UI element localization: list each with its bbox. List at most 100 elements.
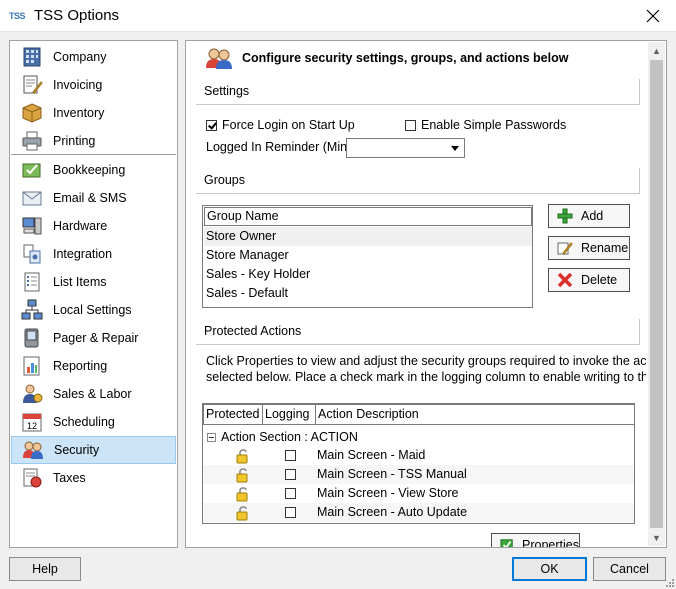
reminder-dropdown[interactable]: [346, 138, 465, 158]
integration-icon: [23, 244, 41, 264]
description-line: Click Properties to view and adjust the …: [206, 354, 646, 368]
list-item[interactable]: Store Manager: [204, 246, 532, 265]
logging-checkbox[interactable]: [285, 450, 296, 461]
sidebar-item-label: Integration: [53, 247, 113, 261]
properties-button-label: Properties: [522, 538, 579, 548]
page-title: Configure security settings, groups, and…: [242, 51, 569, 65]
window-title: TSS Options: [34, 7, 120, 24]
properties-button[interactable]: Properties: [491, 533, 580, 548]
simple-passwords-label: Enable Simple Passwords: [421, 118, 567, 132]
help-button[interactable]: Help: [9, 557, 81, 581]
logging-checkbox[interactable]: [285, 469, 296, 480]
taxes-icon: [23, 468, 42, 488]
close-icon: [646, 9, 660, 23]
list-icon: [24, 272, 40, 292]
sidebar-item-list-items[interactable]: List Items: [11, 268, 176, 296]
sidebar-item-local-settings[interactable]: Local Settings: [11, 296, 176, 324]
scrollbar-thumb[interactable]: [650, 60, 663, 528]
action-description: Main Screen - Auto Update: [317, 505, 468, 519]
table-row[interactable]: Main Screen - Maid: [203, 446, 634, 465]
chevron-down-icon: [451, 146, 459, 151]
sidebar-item-label: Bookkeeping: [53, 163, 126, 177]
settings-section-header: Settings: [196, 79, 640, 105]
action-description-column-header[interactable]: Action Description: [315, 404, 634, 425]
sidebar-item-integration[interactable]: Integration: [11, 240, 176, 268]
logging-checkbox[interactable]: [285, 488, 296, 499]
action-section-row[interactable]: Action Section : ACTION: [207, 428, 358, 446]
protected-actions-description: Click Properties to view and adjust the …: [206, 353, 646, 385]
check-book-icon: [22, 163, 41, 178]
sidebar-item-label: Local Settings: [53, 303, 132, 317]
box-icon: [22, 103, 42, 123]
check-icon: [500, 539, 513, 547]
collapse-icon[interactable]: [207, 432, 216, 442]
app-logo: TSS: [9, 11, 26, 21]
groups-section-header: Groups: [196, 168, 640, 194]
sidebar-item-email-sms[interactable]: Email & SMS: [11, 184, 176, 212]
sidebar-item-label: Reporting: [53, 359, 108, 373]
list-item[interactable]: Sales - Key Holder: [204, 265, 532, 284]
table-row[interactable]: Main Screen - View Store: [203, 484, 634, 503]
resize-grip-icon[interactable]: [664, 577, 674, 587]
action-description: Main Screen - Maid: [317, 448, 426, 462]
list-item[interactable]: Store Owner: [204, 227, 532, 246]
salesperson-icon: [23, 384, 43, 403]
ok-button[interactable]: OK: [512, 557, 587, 581]
sidebar-item-invoicing[interactable]: Invoicing: [11, 71, 176, 99]
network-icon: [21, 299, 43, 320]
sidebar-item-company[interactable]: Company: [11, 43, 176, 71]
sidebar-item-pager-repair[interactable]: Pager & Repair: [11, 324, 176, 352]
delete-x-icon: [557, 272, 573, 288]
group-name-column-header[interactable]: Group Name: [204, 207, 532, 226]
sidebar-item-label: List Items: [53, 275, 107, 289]
scroll-up-icon[interactable]: ▲: [651, 45, 662, 57]
logging-column-header[interactable]: Logging: [262, 404, 316, 425]
table-row[interactable]: Main Screen - TSS Manual: [203, 465, 634, 484]
groups-list[interactable]: Group Name Store Owner Store Manager Sal…: [202, 205, 533, 308]
protected-column-header[interactable]: Protected: [203, 404, 263, 425]
sidebar-item-scheduling[interactable]: 12 Scheduling: [11, 408, 176, 436]
sidebar-item-bookkeeping[interactable]: Bookkeeping: [11, 156, 176, 184]
list-item[interactable]: Sales - Default: [204, 284, 532, 303]
lock-icon: [236, 506, 248, 521]
scroll-down-icon[interactable]: ▼: [651, 532, 662, 544]
security-panel: Configure security settings, groups, and…: [185, 40, 667, 548]
sidebar-item-security[interactable]: Security: [11, 436, 176, 464]
add-group-button[interactable]: Add: [548, 204, 630, 228]
action-section-label: Action Section : ACTION: [221, 430, 358, 444]
sidebar-item-label: Taxes: [53, 471, 86, 485]
description-line: selected below. Place a check mark in th…: [206, 370, 646, 384]
protected-actions-grid[interactable]: Protected Logging Action Description Act…: [202, 403, 635, 524]
envelope-icon: [22, 191, 42, 206]
users-icon: [23, 441, 43, 459]
reminder-label: Logged In Reminder (Min): [206, 140, 352, 154]
sidebar-item-sales-labor[interactable]: Sales & Labor: [11, 380, 176, 408]
table-row[interactable]: Main Screen - Auto Update: [203, 503, 634, 522]
cancel-button[interactable]: Cancel: [593, 557, 666, 581]
logging-checkbox[interactable]: [285, 507, 296, 518]
simple-passwords-checkbox[interactable]: [405, 120, 416, 131]
sidebar-item-taxes[interactable]: Taxes: [11, 464, 176, 492]
sidebar-item-label: Hardware: [53, 219, 108, 233]
sidebar-item-reporting[interactable]: Reporting: [11, 352, 176, 380]
sidebar-item-inventory[interactable]: Inventory: [11, 99, 176, 127]
sidebar-item-printing[interactable]: Printing: [11, 127, 176, 155]
force-login-checkbox[interactable]: [206, 120, 217, 131]
force-login-label: Force Login on Start Up: [222, 118, 355, 132]
sidebar-item-hardware[interactable]: Hardware: [11, 212, 176, 240]
report-chart-icon: [23, 356, 40, 376]
rename-group-button[interactable]: Rename: [548, 236, 630, 260]
sidebar-item-label: Company: [53, 50, 107, 64]
pager-icon: [24, 328, 39, 348]
delete-button-label: Delete: [581, 273, 618, 287]
sidebar-separator: [11, 154, 176, 155]
action-description: Main Screen - TSS Manual: [317, 467, 467, 481]
add-button-label: Add: [581, 209, 604, 223]
rename-pencil-icon: [557, 242, 573, 255]
sidebar-item-label: Invoicing: [53, 78, 103, 92]
close-button[interactable]: [630, 0, 676, 32]
sidebar-item-label: Security: [54, 443, 100, 457]
delete-group-button[interactable]: Delete: [548, 268, 630, 292]
panel-scrollbar[interactable]: ▲ ▼: [648, 42, 665, 546]
computer-icon: [22, 217, 42, 235]
